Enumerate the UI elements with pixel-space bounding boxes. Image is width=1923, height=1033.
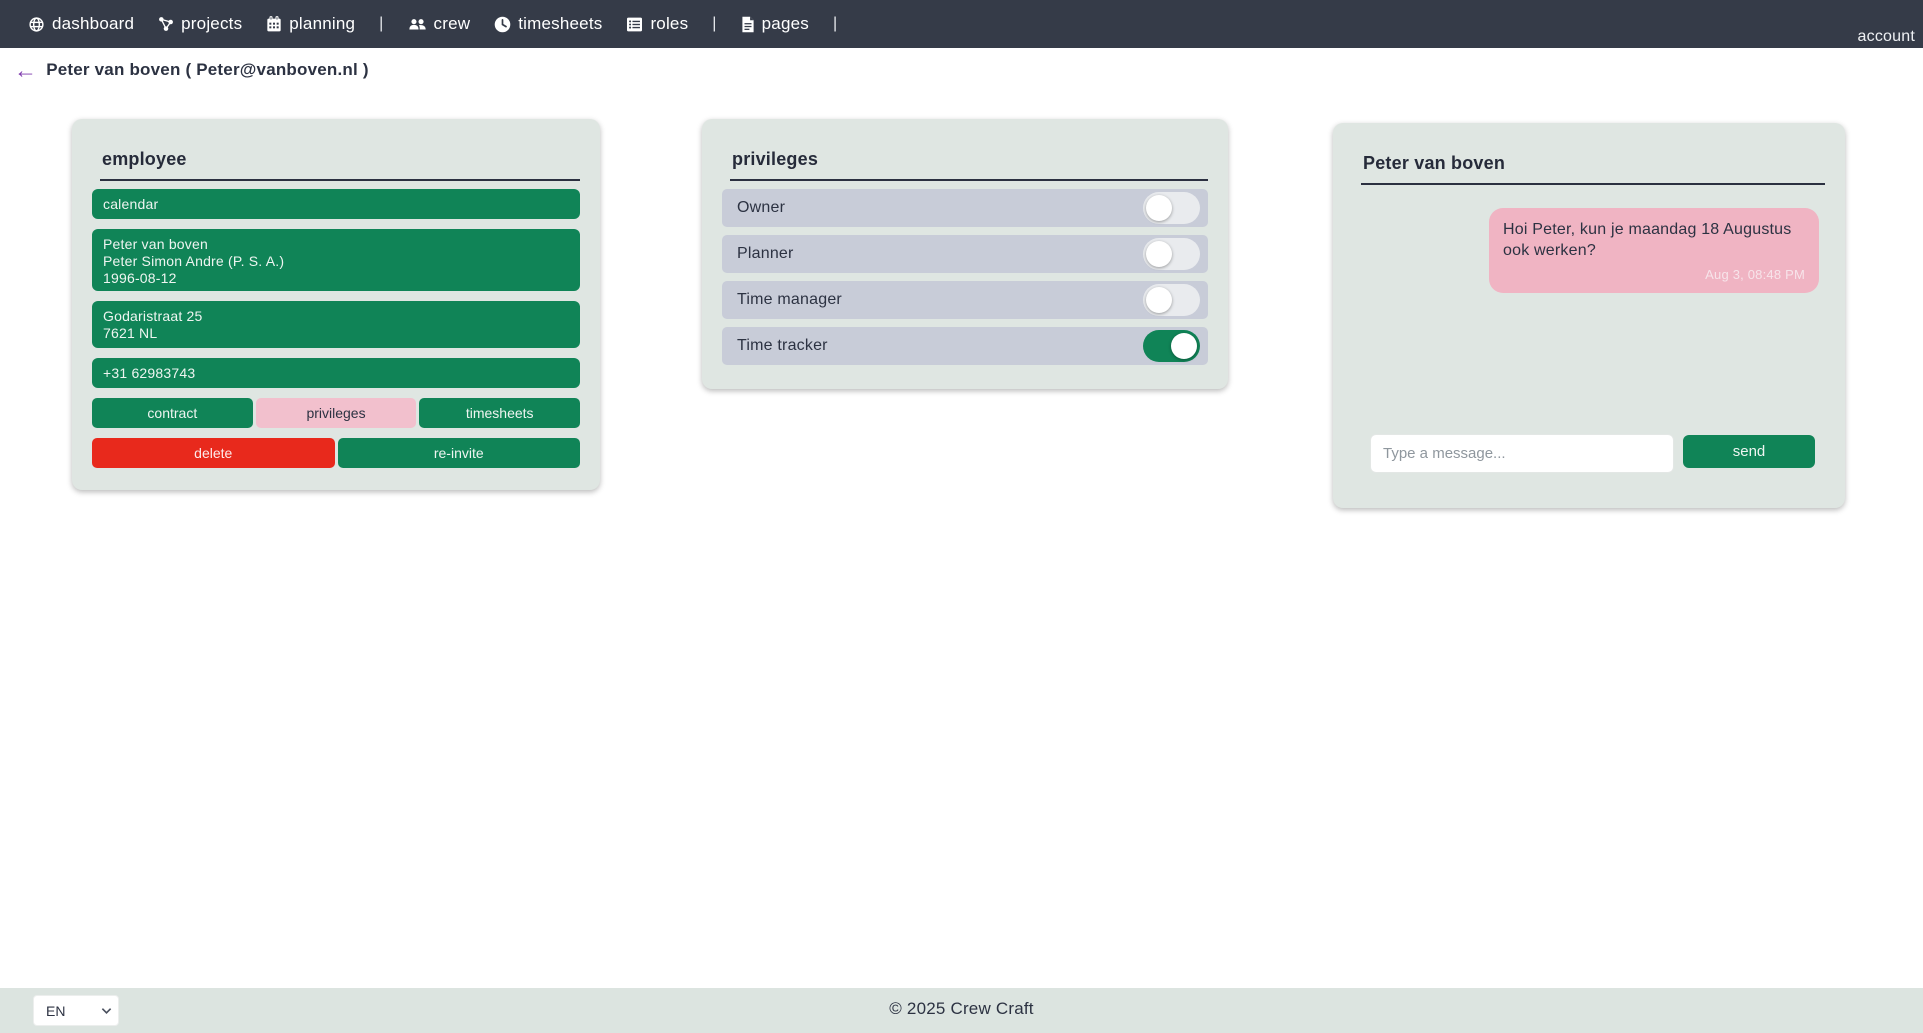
- file-icon: [741, 16, 755, 33]
- privilege-row-time-manager: Time manager: [722, 281, 1208, 319]
- toggle-knob: [1146, 195, 1172, 221]
- person-birthdate: 1996-08-12: [103, 270, 569, 287]
- toggle-time-manager[interactable]: [1143, 284, 1200, 316]
- phone-card[interactable]: +31 62983743: [92, 358, 580, 388]
- language-select[interactable]: EN: [33, 995, 119, 1026]
- nav-item-crew[interactable]: crew: [408, 14, 471, 34]
- calendar-button[interactable]: calendar: [92, 189, 580, 219]
- nav-item-projects[interactable]: projects: [158, 14, 242, 34]
- person-name: Peter van boven: [103, 236, 569, 253]
- toggle-owner[interactable]: [1143, 192, 1200, 224]
- person-full-name: Peter Simon Andre (P. S. A.): [103, 253, 569, 270]
- send-button[interactable]: send: [1683, 435, 1815, 468]
- toggle-knob: [1146, 241, 1172, 267]
- nav-separator: |: [712, 15, 716, 33]
- toggle-knob: [1171, 333, 1197, 359]
- privileges-panel-title: privileges: [730, 149, 1208, 181]
- toggle-planner[interactable]: [1143, 238, 1200, 270]
- list-icon: [626, 17, 643, 32]
- globe-icon: [28, 16, 45, 33]
- nav-label: roles: [650, 14, 688, 34]
- employee-panel-title: employee: [100, 149, 580, 181]
- employee-tabs-row: contract privileges timesheets: [92, 398, 580, 428]
- nav-label: projects: [181, 14, 242, 34]
- chat-message-timestamp: Aug 3, 08:48 PM: [1503, 264, 1805, 285]
- reinvite-button[interactable]: re-invite: [338, 438, 581, 468]
- nav-label: pages: [762, 14, 809, 34]
- nav-label: timesheets: [518, 14, 602, 34]
- chat-message-text: Hoi Peter, kun je maandag 18 Augustus oo…: [1503, 219, 1805, 261]
- employee-actions-row: delete re-invite: [92, 438, 580, 468]
- chat-message-bubble: Hoi Peter, kun je maandag 18 Augustus oo…: [1489, 208, 1819, 293]
- phone-number: +31 62983743: [103, 365, 195, 381]
- chat-panel-title: Peter van boven: [1361, 153, 1825, 185]
- message-input[interactable]: [1370, 434, 1674, 473]
- person-info-card[interactable]: Peter van boven Peter Simon Andre (P. S.…: [92, 229, 580, 291]
- nav-label: dashboard: [52, 14, 134, 34]
- tab-contract[interactable]: contract: [92, 398, 253, 428]
- page-footer: EN © 2025 Crew Craft: [0, 988, 1923, 1033]
- privilege-label: Time tracker: [737, 337, 828, 355]
- privilege-row-owner: Owner: [722, 189, 1208, 227]
- chat-panel: Peter van boven Hoi Peter, kun je maanda…: [1333, 123, 1845, 508]
- tab-timesheets[interactable]: timesheets: [419, 398, 580, 428]
- privilege-row-time-tracker: Time tracker: [722, 327, 1208, 365]
- clock-icon: [494, 16, 511, 33]
- delete-button[interactable]: delete: [92, 438, 335, 468]
- back-link[interactable]: ← Peter van boven ( Peter@vanboven.nl ): [14, 60, 369, 80]
- privilege-label: Owner: [737, 199, 785, 217]
- privileges-panel: privileges Owner Planner Time manager Ti…: [702, 119, 1228, 389]
- nav-item-pages[interactable]: pages: [741, 14, 809, 34]
- top-navbar: dashboard projects planning |: [0, 0, 1923, 48]
- nav-separator: |: [833, 15, 837, 33]
- toggle-time-tracker[interactable]: [1143, 330, 1200, 362]
- chat-message-row: Hoi Peter, kun je maandag 18 Augustus oo…: [1353, 208, 1825, 293]
- nav-account-link[interactable]: account: [1858, 28, 1915, 46]
- nav-separator: |: [379, 15, 383, 33]
- calendar-icon: [266, 16, 282, 32]
- nav-item-roles[interactable]: roles: [626, 14, 688, 34]
- address-postal: 7621 NL: [103, 325, 569, 342]
- address-card[interactable]: Godaristraat 25 7621 NL: [92, 301, 580, 348]
- address-street: Godaristraat 25: [103, 308, 569, 325]
- language-select-wrap: EN: [33, 995, 119, 1026]
- employee-panel: employee calendar Peter van boven Peter …: [72, 119, 600, 490]
- tab-privileges[interactable]: privileges: [256, 398, 417, 428]
- nav-item-dashboard[interactable]: dashboard: [28, 14, 134, 34]
- users-icon: [408, 16, 427, 33]
- nav-label: crew: [434, 14, 471, 34]
- share-nodes-icon: [158, 16, 174, 32]
- nav-item-timesheets[interactable]: timesheets: [494, 14, 602, 34]
- back-arrow-icon: ←: [14, 60, 37, 80]
- copyright-text: © 2025 Crew Craft: [889, 999, 1033, 1019]
- privilege-label: Time manager: [737, 291, 842, 309]
- privilege-row-planner: Planner: [722, 235, 1208, 273]
- chat-input-row: send: [1370, 434, 1815, 473]
- toggle-knob: [1146, 287, 1172, 313]
- privilege-label: Planner: [737, 245, 794, 263]
- nav-label: planning: [289, 14, 355, 34]
- back-label: Peter van boven ( Peter@vanboven.nl ): [46, 60, 369, 80]
- nav-item-planning[interactable]: planning: [266, 14, 355, 34]
